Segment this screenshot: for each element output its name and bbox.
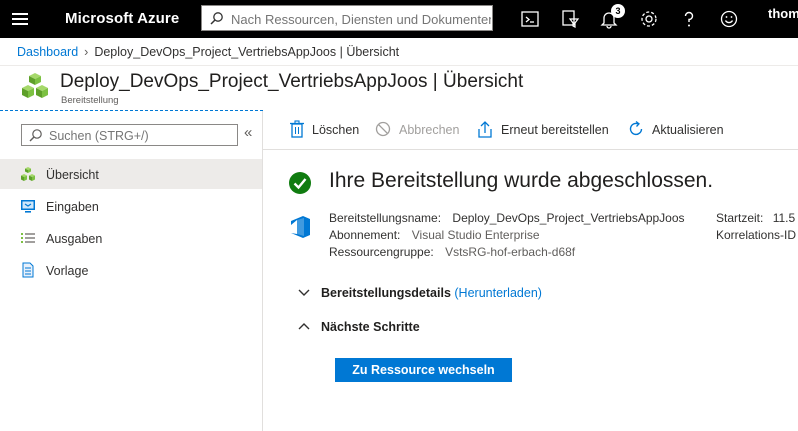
deployment-status-headline: Ihre Bereitstellung wurde abgeschlossen.: [329, 169, 714, 192]
user-account[interactable]: thomas: [768, 6, 798, 21]
delete-label: Löschen: [312, 123, 360, 137]
cancel-circle-icon: [375, 121, 391, 137]
sidebar-item-template[interactable]: Vorlage: [0, 255, 262, 285]
subscription-row: Abonnement: Visual Studio Enterprise: [329, 228, 540, 242]
top-bar: Microsoft Azure 3 thomas: [0, 0, 798, 38]
breadcrumb: Dashboard › Deploy_DevOps_Project_Vertrieb…: [17, 45, 399, 59]
menu-search[interactable]: [21, 124, 238, 146]
sidebar-item-label: Übersicht: [46, 168, 99, 182]
search-icon: [29, 129, 42, 142]
go-to-resource-button[interactable]: Zu Ressource wechseln: [335, 358, 512, 382]
devops-icon: [291, 216, 310, 238]
chevron-up-icon: [298, 323, 310, 330]
sidebar-item-overview[interactable]: Übersicht: [0, 159, 262, 189]
settings-gear-icon[interactable]: [639, 9, 659, 29]
subscription-value: Visual Studio Enterprise: [411, 228, 540, 242]
trash-icon: [290, 120, 304, 138]
correlation-label: Korrelations-ID: [716, 228, 797, 242]
breadcrumb-dashboard[interactable]: Dashboard: [17, 45, 78, 59]
resource-group-value: VstsRG-hof-erbach-d68f: [445, 245, 576, 259]
resource-group-row: Ressourcengruppe: VstsRG-hof-erbach-d68f: [329, 245, 575, 259]
outputs-icon: [21, 233, 35, 243]
feedback-smiley-icon[interactable]: [719, 9, 739, 29]
header-divider: [0, 65, 798, 66]
start-time-value: 11.5: [772, 211, 796, 225]
page-subtitle: Bereitstellung: [61, 95, 119, 106]
menu-search-input[interactable]: [47, 127, 237, 145]
search-icon: [210, 12, 223, 25]
deployment-cubes-icon: [22, 73, 48, 98]
menu-icon[interactable]: [12, 11, 28, 27]
refresh-icon: [629, 120, 643, 136]
sidebar-item-label: Eingaben: [46, 200, 99, 214]
global-search-input[interactable]: [229, 9, 493, 29]
resource-group-label: Ressourcengruppe:: [329, 245, 434, 259]
deployment-details-label: Bereitstellungsdetails (Herunterladen): [321, 286, 542, 300]
brand-title[interactable]: Microsoft Azure: [65, 10, 179, 27]
template-icon: [22, 262, 34, 278]
start-time-row: Startzeit: 11.5: [716, 211, 795, 225]
cancel-label: Abbrechen: [399, 123, 460, 137]
sidebar-item-label: Ausgaben: [46, 232, 103, 246]
deployment-name-value: Deploy_DevOps_Project_VertriebsAppJoos: [452, 211, 685, 225]
upload-icon: [478, 121, 492, 138]
success-check-icon: [289, 172, 311, 194]
inputs-icon: [21, 200, 35, 213]
deployment-name-row: Bereitstellungsname: Deploy_DevOps_Proje…: [329, 211, 685, 225]
start-time-label: Startzeit:: [716, 211, 764, 225]
page-title: Deploy_DevOps_Project_VertriebsAppJoos |…: [60, 71, 524, 92]
chevron-down-icon: [298, 289, 310, 296]
breadcrumb-current: Deploy_DevOps_Project_VertriebsAppJoos |…: [94, 45, 400, 59]
next-steps-label: Nächste Schritte: [321, 320, 420, 334]
sidebar-item-inputs[interactable]: Eingaben: [0, 191, 262, 221]
overview-icon: [21, 167, 35, 181]
correlation-row: Korrelations-ID: [716, 228, 796, 242]
deployment-details-text: Bereitstellungsdetails: [321, 286, 451, 300]
refresh-label: Aktualisieren: [652, 123, 724, 137]
redeploy-label: Erneut bereitstellen: [501, 123, 609, 137]
collapse-menu-icon[interactable]: «: [244, 124, 252, 141]
global-search[interactable]: [201, 5, 493, 31]
sidebar-item-label: Vorlage: [46, 264, 89, 278]
download-link[interactable]: (Herunterladen): [454, 286, 542, 300]
directory-filter-icon[interactable]: [560, 9, 580, 29]
breadcrumb-separator: ›: [84, 45, 89, 59]
deployment-name-label: Bereitstellungsname:: [329, 211, 442, 225]
subscription-label: Abonnement:: [329, 228, 401, 242]
help-icon[interactable]: [679, 9, 699, 29]
sidebar-item-outputs[interactable]: Ausgaben: [0, 223, 262, 253]
cloud-shell-icon[interactable]: [520, 9, 540, 29]
notification-badge: 3: [611, 4, 625, 18]
